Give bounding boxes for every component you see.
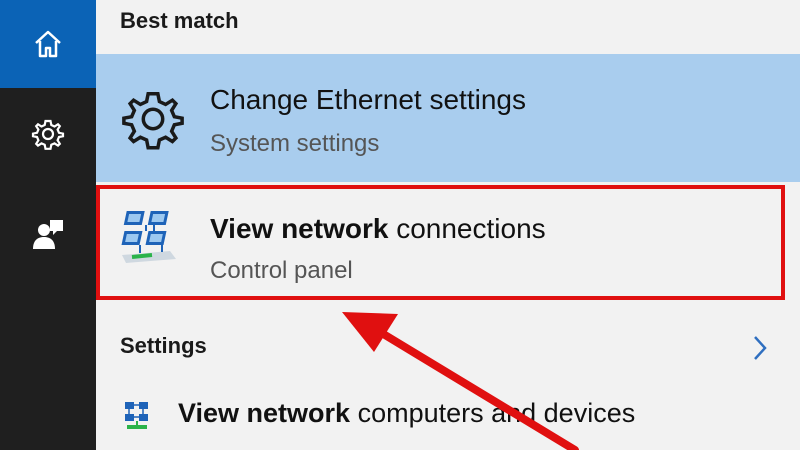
settings-button[interactable]: [0, 90, 96, 178]
result-subtitle: System settings: [210, 130, 380, 157]
chevron-right-icon: [754, 336, 767, 360]
result-view-network-computers[interactable]: View network computers and devices: [96, 380, 800, 450]
gear-icon: [122, 92, 184, 150]
gear-icon: [31, 119, 65, 150]
search-results-panel: Best match Change Ethernet settings Syst…: [96, 0, 800, 450]
home-button[interactable]: [0, 0, 96, 88]
network-computers-icon: [125, 402, 148, 429]
home-icon: [35, 30, 61, 58]
result-title: Change Ethernet settings: [210, 84, 526, 115]
result-title: View network computers and devices: [178, 398, 635, 429]
settings-expand-button[interactable]: [745, 330, 775, 366]
result-change-ethernet-settings[interactable]: Change Ethernet settings System settings: [96, 54, 800, 182]
person-feedback-icon: [33, 220, 63, 249]
feedback-button[interactable]: [0, 190, 96, 278]
result-title-rest: computers and devices: [350, 398, 636, 428]
left-rail: [0, 0, 96, 450]
result-title-bold: View network: [178, 398, 351, 428]
settings-heading: Settings: [120, 333, 207, 358]
red-highlight-box: [96, 185, 785, 300]
best-match-heading: Best match: [120, 8, 239, 33]
